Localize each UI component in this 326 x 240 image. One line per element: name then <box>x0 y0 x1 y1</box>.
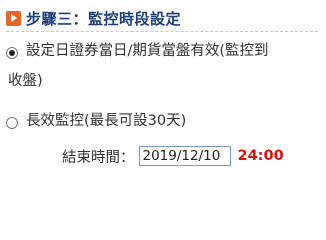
play-icon <box>6 10 21 26</box>
option-same-day-label: 設定日證券當日/期貨當盤有效(監控到 <box>26 43 269 59</box>
end-time-row: 結束時間： 24:00 <box>62 145 284 167</box>
monitor-period-panel: 步驟三：監控時段設定 設定日證券當日/期貨當盤有效(監控到 收盤) 長效監控(最… <box>0 0 326 206</box>
radio-same-day[interactable] <box>6 47 18 59</box>
radio-long-term[interactable] <box>6 117 18 129</box>
section-header: 步驟三：監控時段設定 <box>6 5 318 32</box>
end-time-value: 24:00 <box>237 148 284 164</box>
option-long-term-label: 長效監控(最長可設30天) <box>26 113 187 129</box>
end-date-input[interactable] <box>138 146 231 166</box>
option-same-day-label-continued: 收盤) <box>8 73 43 89</box>
end-time-label: 結束時間： <box>62 149 135 166</box>
option-same-day[interactable]: 設定日證券當日/期貨當盤有效(監控到 <box>6 43 320 63</box>
option-long-term[interactable]: 長效監控(最長可設30天) <box>6 113 320 133</box>
section-title: 步驟三：監控時段設定 <box>26 9 182 28</box>
